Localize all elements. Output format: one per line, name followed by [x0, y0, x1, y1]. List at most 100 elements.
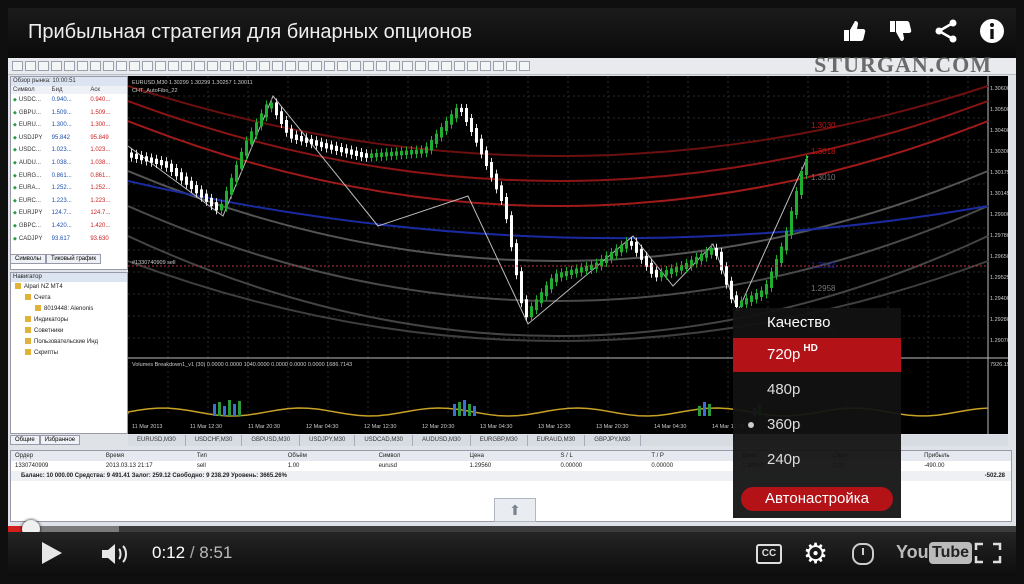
toolbar-button[interactable]: [480, 61, 491, 71]
list-item[interactable]: EURJPY124.7...124.7...: [11, 207, 127, 220]
toolbar-button[interactable]: [350, 61, 361, 71]
navigator-item[interactable]: Советники: [11, 326, 127, 337]
youtube-logo[interactable]: You Tube: [896, 542, 973, 566]
toolbar-button[interactable]: [337, 61, 348, 71]
toolbar-button[interactable]: [194, 61, 205, 71]
share-icon[interactable]: [932, 18, 960, 46]
toolbar-button[interactable]: [324, 61, 335, 71]
toolbar-button[interactable]: [415, 61, 426, 71]
watch-later-icon[interactable]: [852, 543, 874, 565]
list-item[interactable]: USDJPY95.842 95.849: [11, 132, 127, 145]
toolbar-button[interactable]: [38, 61, 49, 71]
chart-tab[interactable]: EURAUD,M30: [528, 435, 586, 446]
toolbar-button[interactable]: [129, 61, 140, 71]
list-item[interactable]: USDC...1.023...1.023...: [11, 144, 127, 157]
toolbar-button[interactable]: [259, 61, 270, 71]
toolbar-button[interactable]: [285, 61, 296, 71]
navigator-item[interactable]: 8019448: Alenonis: [11, 304, 127, 315]
list-item[interactable]: AUDU...1.038...1.038...: [11, 157, 127, 170]
quality-option-240p[interactable]: 240p: [733, 443, 901, 477]
tab-symbols[interactable]: Символы: [10, 254, 46, 264]
toolbar-button[interactable]: [454, 61, 465, 71]
chart-tab[interactable]: USDCHF,M30: [186, 435, 243, 446]
navigator-item[interactable]: Скрипты: [11, 348, 127, 359]
quality-option-auto[interactable]: Автонастройка: [741, 487, 893, 511]
quality-option-720p[interactable]: 720p HD: [733, 338, 901, 372]
toolbar-button[interactable]: [376, 61, 387, 71]
terminal-column-header[interactable]: Цена: [466, 451, 557, 461]
navigator-item[interactable]: Счета: [11, 293, 127, 304]
expand-panel-button[interactable]: ⬆: [494, 498, 536, 522]
list-item[interactable]: CADJPY93.617 93.630: [11, 233, 127, 246]
fullscreen-icon[interactable]: [974, 542, 1002, 564]
toolbar-button[interactable]: [298, 61, 309, 71]
terminal-column-header[interactable]: T / P: [647, 451, 738, 461]
chart-tab[interactable]: GBPJPY,M30: [585, 435, 641, 446]
list-item[interactable]: EURG...0.861...0.861...: [11, 170, 127, 183]
terminal-column-header[interactable]: S / L: [556, 451, 647, 461]
toolbar-button[interactable]: [506, 61, 517, 71]
chart-tab[interactable]: AUDUSD,M30: [413, 435, 471, 446]
toolbar-button[interactable]: [168, 61, 179, 71]
volume-icon[interactable]: [100, 542, 134, 566]
list-item[interactable]: EURA...1.252...1.252...: [11, 182, 127, 195]
toolbar-button[interactable]: [272, 61, 283, 71]
chart-tab[interactable]: USDCAD,M30: [355, 435, 413, 446]
quality-option-360p[interactable]: 360p: [733, 408, 901, 442]
list-item[interactable]: EURC...1.223...1.223...: [11, 195, 127, 208]
toolbar-button[interactable]: [467, 61, 478, 71]
toolbar-button[interactable]: [519, 61, 530, 71]
play-icon[interactable]: [42, 542, 62, 564]
toolbar-button[interactable]: [142, 61, 153, 71]
toolbar-button[interactable]: [441, 61, 452, 71]
list-item[interactable]: EURU...1.300...1.300...: [11, 119, 127, 132]
toolbar-button[interactable]: [12, 61, 23, 71]
terminal-column-header[interactable]: Прибыль: [920, 451, 1011, 461]
toolbar-button[interactable]: [90, 61, 101, 71]
toolbar-button[interactable]: [207, 61, 218, 71]
chart-tab[interactable]: USDJPY,M30: [300, 435, 356, 446]
toolbar-button[interactable]: [51, 61, 62, 71]
settings-gear-icon[interactable]: ⚙: [803, 537, 828, 570]
video-player[interactable]: Прибыльная стратегия для бинарных опцион…: [8, 8, 1016, 576]
dislike-icon[interactable]: [886, 18, 914, 46]
toolbar-button[interactable]: [233, 61, 244, 71]
toolbar-button[interactable]: [155, 61, 166, 71]
terminal-column-header[interactable]: Символ: [375, 451, 466, 461]
toolbar-button[interactable]: [311, 61, 322, 71]
toolbar-button[interactable]: [77, 61, 88, 71]
chart-tab[interactable]: EURUSD,M30: [128, 435, 186, 446]
toolbar-button[interactable]: [103, 61, 114, 71]
toolbar-button[interactable]: [493, 61, 504, 71]
toolbar-button[interactable]: [64, 61, 75, 71]
quality-option-480p[interactable]: 480p: [733, 373, 901, 407]
list-item[interactable]: GBPC...1.420...1.420...: [11, 220, 127, 233]
toolbar-button[interactable]: [116, 61, 127, 71]
toolbar-button[interactable]: [25, 61, 36, 71]
toolbar-button[interactable]: [402, 61, 413, 71]
captions-button[interactable]: CC: [756, 544, 782, 564]
terminal-column-header[interactable]: Тип: [193, 451, 284, 461]
chart-tab[interactable]: GBPUSD,M30: [242, 435, 301, 446]
tab-tick-chart[interactable]: Тиковый график: [45, 254, 102, 264]
terminal-column-header[interactable]: Ордер: [11, 451, 102, 461]
info-icon[interactable]: [978, 18, 1006, 46]
tab-favorites[interactable]: Избранное: [39, 435, 81, 445]
like-icon[interactable]: [840, 18, 868, 46]
terminal-column-header[interactable]: Время: [102, 451, 193, 461]
toolbar-button[interactable]: [220, 61, 231, 71]
terminal-column-header[interactable]: Объём: [284, 451, 375, 461]
tab-common[interactable]: Общие: [10, 435, 40, 445]
list-item[interactable]: GBPU...1.509...1.509...: [11, 107, 127, 120]
toolbar-button[interactable]: [363, 61, 374, 71]
video-title[interactable]: Прибыльная стратегия для бинарных опцион…: [28, 21, 472, 44]
navigator-item[interactable]: Индикаторы: [11, 315, 127, 326]
navigator-item[interactable]: Пользовательские Инд: [11, 337, 127, 348]
chart-tab[interactable]: EURGBP,M30: [471, 435, 528, 446]
toolbar-button[interactable]: [181, 61, 192, 71]
toolbar-button[interactable]: [246, 61, 257, 71]
toolbar-button[interactable]: [428, 61, 439, 71]
toolbar-button[interactable]: [389, 61, 400, 71]
navigator-item[interactable]: Alpari NZ MT4: [11, 282, 127, 293]
list-item[interactable]: USDC...0.940...0.940...: [11, 94, 127, 107]
